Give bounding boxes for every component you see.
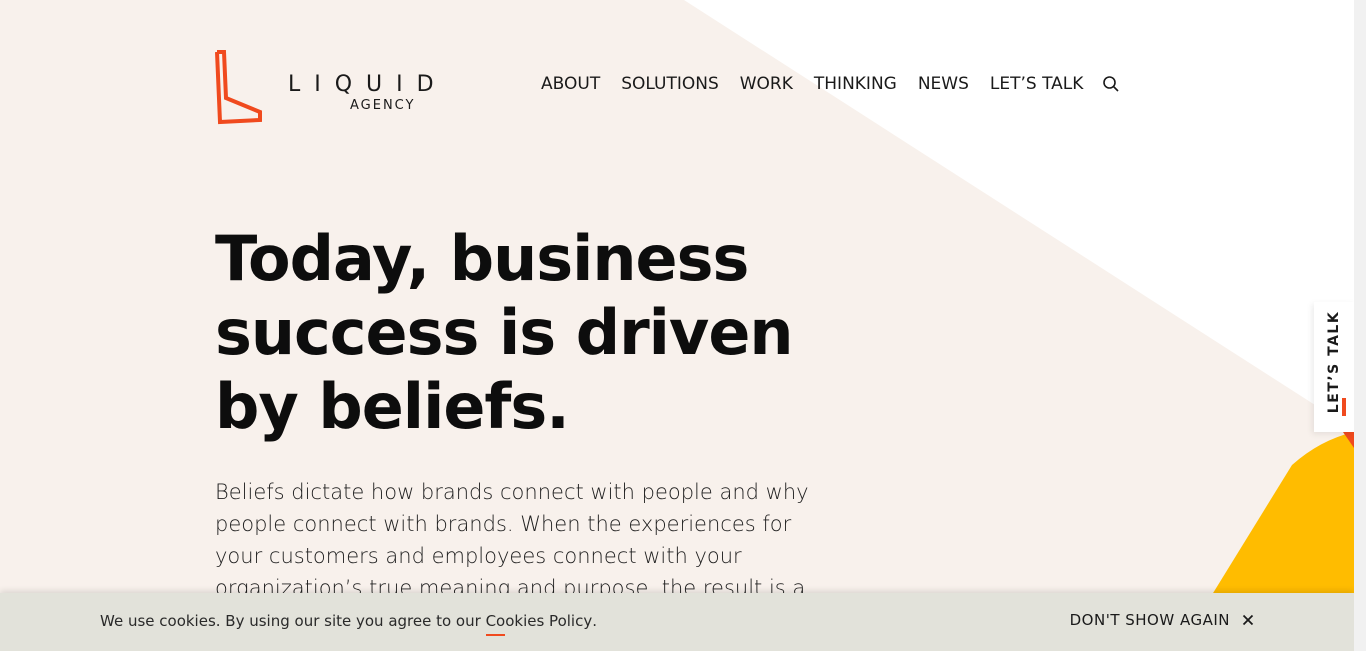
lets-talk-side-tab[interactable]: LET’S TALK <box>1314 302 1355 432</box>
nav-item-thinking[interactable]: THINKING <box>814 74 897 94</box>
main-nav: ABOUT SOLUTIONS WORK THINKING NEWS LET’S… <box>541 74 1120 94</box>
close-icon[interactable] <box>1242 614 1254 626</box>
hero-title: Today, business success is driven by bel… <box>215 222 794 443</box>
cookie-text-after: . <box>592 612 597 630</box>
cookies-policy-link[interactable]: Cookies Policy <box>485 612 593 636</box>
logo-subtitle: AGENCY <box>350 98 416 113</box>
logo[interactable]: LIQUID AGENCY <box>214 50 434 126</box>
dont-show-again-button[interactable]: DON'T SHOW AGAIN <box>1070 611 1254 629</box>
cookies-policy-underline <box>485 634 505 636</box>
page: LIQUID AGENCY ABOUT SOLUTIONS WORK THINK… <box>0 0 1366 651</box>
nav-item-news[interactable]: NEWS <box>918 74 969 94</box>
hero-body: Beliefs dictate how brands connect with … <box>215 480 809 600</box>
scrollbar[interactable] <box>1354 0 1366 651</box>
logo-mark-icon <box>215 50 262 125</box>
nav-item-work[interactable]: WORK <box>740 74 793 94</box>
dont-show-again-label: DON'T SHOW AGAIN <box>1069 611 1230 629</box>
nav-item-solutions[interactable]: SOLUTIONS <box>621 74 719 94</box>
cookie-text-before: We use cookies. By using our site you ag… <box>100 612 486 630</box>
cookie-bar: We use cookies. By using our site you ag… <box>0 593 1354 651</box>
nav-item-lets-talk[interactable]: LET’S TALK <box>990 74 1084 94</box>
search-icon[interactable] <box>1102 75 1120 93</box>
logo-wordmark: LIQUID <box>288 72 448 97</box>
side-tab-accent-mark <box>1342 398 1346 416</box>
cookie-message: We use cookies. By using our site you ag… <box>100 612 597 636</box>
side-tab-label: LET’S TALK <box>1326 310 1342 414</box>
nav-item-about[interactable]: ABOUT <box>541 74 600 94</box>
cookies-policy-link-label: Cookies Policy <box>485 612 593 630</box>
